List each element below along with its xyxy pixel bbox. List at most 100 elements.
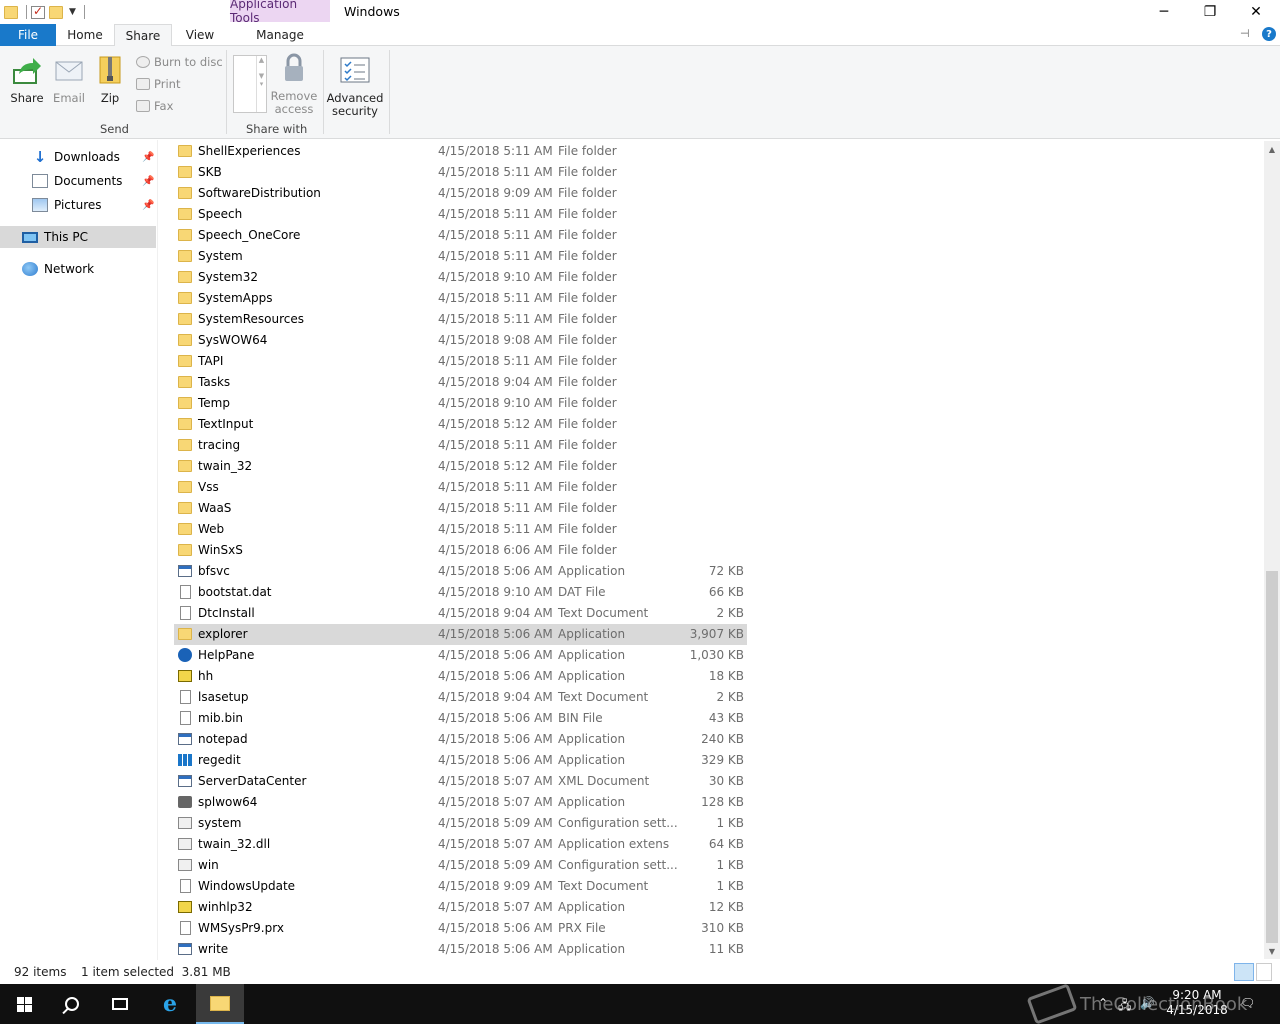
file-row[interactable]: twain_32.dll 4/15/2018 5:07 AM Application… <box>174 834 747 855</box>
file-type: File folder <box>558 291 617 305</box>
internet-explorer-button[interactable]: e <box>146 984 194 1024</box>
properties-icon[interactable] <box>31 4 45 19</box>
file-row[interactable]: Vss 4/15/2018 5:11 AM File folder <box>174 477 747 498</box>
pin-icon[interactable]: 📌 <box>142 152 154 163</box>
advanced-security-button[interactable]: Advanced security <box>327 54 383 118</box>
file-row[interactable]: SKB 4/15/2018 5:11 AM File folder <box>174 162 747 183</box>
nav-item-this-pc[interactable]: This PC <box>0 226 156 248</box>
file-size: 1 KB <box>716 858 744 872</box>
file-date-modified: 4/15/2018 5:11 AM <box>438 291 553 305</box>
file-row[interactable]: hh 4/15/2018 5:06 AM Application 18 KB <box>174 666 747 687</box>
tab-home[interactable]: Home <box>56 24 114 46</box>
file-row[interactable]: WMSysPr9.prx 4/15/2018 5:06 AM PRX File 310… <box>174 918 747 939</box>
zip-button[interactable]: Zip <box>94 54 126 105</box>
file-row[interactable]: WindowsUpdate 4/15/2018 9:09 AM Text Docum… <box>174 876 747 897</box>
system-clock[interactable]: 9:20 AM 4/15/2018 <box>1160 988 1234 1018</box>
file-row[interactable]: WinSxS 4/15/2018 6:06 AM File folder <box>174 540 747 561</box>
gear-icon <box>178 859 192 871</box>
file-row[interactable]: TextInput 4/15/2018 5:12 AM File folder <box>174 414 747 435</box>
file-row[interactable]: Speech_OneCore 4/15/2018 5:11 AM File fold… <box>174 225 747 246</box>
new-folder-icon[interactable] <box>49 5 63 19</box>
file-row[interactable]: SystemApps 4/15/2018 5:11 AM File folder <box>174 288 747 309</box>
file-date-modified: 4/15/2018 9:04 AM <box>438 690 553 704</box>
share-button[interactable]: Share <box>10 54 44 105</box>
tab-view[interactable]: View <box>172 24 228 46</box>
task-view-button[interactable] <box>96 984 144 1024</box>
large-icons-view-button[interactable] <box>1256 963 1272 981</box>
tab-manage[interactable]: Manage <box>230 24 330 46</box>
folder-icon <box>178 292 192 304</box>
nav-item-documents[interactable]: Documents 📌 <box>0 170 156 192</box>
file-row[interactable]: WaaS 4/15/2018 5:11 AM File folder <box>174 498 747 519</box>
folder-icon <box>178 187 192 199</box>
nav-item-pictures[interactable]: Pictures 📌 <box>0 194 156 216</box>
file-row[interactable]: twain_32 4/15/2018 5:12 AM File folder <box>174 456 747 477</box>
pin-ribbon-icon[interactable]: ⊣ <box>1240 27 1250 40</box>
file-row[interactable]: lsasetup 4/15/2018 9:04 AM Text Document 2 … <box>174 687 747 708</box>
search-button[interactable] <box>48 984 96 1024</box>
group-separator <box>323 50 324 134</box>
fax-button[interactable]: Fax <box>136 99 173 113</box>
file-row[interactable]: notepad 4/15/2018 5:06 AM Application 240 K… <box>174 729 747 750</box>
file-type: File folder <box>558 207 617 221</box>
file-row[interactable]: Tasks 4/15/2018 9:04 AM File folder <box>174 372 747 393</box>
volume-icon[interactable]: 🔊 <box>1140 996 1155 1010</box>
tab-file[interactable]: File <box>0 24 56 46</box>
pin-icon[interactable]: 📌 <box>142 176 154 187</box>
file-row[interactable]: Speech 4/15/2018 5:11 AM File folder <box>174 204 747 225</box>
close-button[interactable]: ✕ <box>1233 0 1279 24</box>
print-button[interactable]: Print <box>136 77 180 91</box>
nav-item-downloads[interactable]: ↓ Downloads 📌 <box>0 146 156 168</box>
show-hidden-icons-icon[interactable]: ⌃ <box>1098 996 1108 1010</box>
file-row[interactable]: win 4/15/2018 5:09 AM Configuration sett..… <box>174 855 747 876</box>
action-center-icon[interactable]: 🗨 <box>1240 996 1255 1010</box>
file-row[interactable]: SoftwareDistribution 4/15/2018 9:09 AM Fil… <box>174 183 747 204</box>
scroll-down-arrow[interactable]: ▼ <box>1264 943 1280 959</box>
file-row[interactable]: ShellExperiences 4/15/2018 5:11 AM File fo… <box>174 141 747 162</box>
file-row[interactable]: winhlp32 4/15/2018 5:07 AM Application 12 K… <box>174 897 747 918</box>
file-name: regedit <box>198 753 241 767</box>
file-row[interactable]: ServerDataCenter 4/15/2018 5:07 AM XML Doc… <box>174 771 747 792</box>
file-row[interactable]: bfsvc 4/15/2018 5:06 AM Application 72 KB <box>174 561 747 582</box>
nav-item-label: Network <box>44 262 95 276</box>
file-row[interactable]: System32 4/15/2018 9:10 AM File folder <box>174 267 747 288</box>
scroll-thumb[interactable] <box>1266 571 1278 943</box>
file-type: File folder <box>558 438 617 452</box>
file-size: 64 KB <box>708 837 744 851</box>
tab-share[interactable]: Share <box>114 24 172 47</box>
file-row[interactable]: SysWOW64 4/15/2018 9:08 AM File folder <box>174 330 747 351</box>
file-row[interactable]: explorer 4/15/2018 5:06 AM Application 3,90… <box>174 624 747 645</box>
scroll-up-arrow[interactable]: ▲ <box>1264 141 1280 157</box>
file-row[interactable]: splwow64 4/15/2018 5:07 AM Application 128 … <box>174 792 747 813</box>
file-row[interactable]: TAPI 4/15/2018 5:11 AM File folder <box>174 351 747 372</box>
email-button[interactable]: Email <box>52 54 86 105</box>
file-row[interactable]: Web 4/15/2018 5:11 AM File folder <box>174 519 747 540</box>
file-row[interactable]: tracing 4/15/2018 5:11 AM File folder <box>174 435 747 456</box>
burn-to-disc-button[interactable]: Burn to disc <box>136 55 223 69</box>
file-list-scrollbar[interactable]: ▲ ▼ <box>1264 141 1280 959</box>
file-date-modified: 4/15/2018 9:04 AM <box>438 606 553 620</box>
details-view-button[interactable] <box>1234 963 1254 981</box>
network-tray-icon[interactable]: 🖧 <box>1118 996 1131 1017</box>
file-row[interactable]: write 4/15/2018 5:06 AM Application 11 KB <box>174 939 747 959</box>
file-explorer-button[interactable] <box>196 984 244 1024</box>
restore-button[interactable]: ❐ <box>1187 0 1233 24</box>
remove-access-button[interactable]: Remove access <box>271 52 317 116</box>
start-button[interactable] <box>0 984 48 1024</box>
file-row[interactable]: SystemResources 4/15/2018 5:11 AM File fol… <box>174 309 747 330</box>
customize-toolbar-icon[interactable]: ▼ <box>69 7 76 17</box>
file-row[interactable]: DtcInstall 4/15/2018 9:04 AM Text Document… <box>174 603 747 624</box>
pin-icon[interactable]: 📌 <box>142 200 154 211</box>
nav-item-network[interactable]: Network <box>0 258 156 280</box>
file-row[interactable]: bootstat.dat 4/15/2018 9:10 AM DAT File 66 … <box>174 582 747 603</box>
file-row[interactable]: HelpPane 4/15/2018 5:06 AM Application 1,03… <box>174 645 747 666</box>
file-row[interactable]: mib.bin 4/15/2018 5:06 AM BIN File 43 KB <box>174 708 747 729</box>
file-row[interactable]: regedit 4/15/2018 5:06 AM Application 329 K… <box>174 750 747 771</box>
minimize-button[interactable]: ─ <box>1141 0 1187 24</box>
file-row[interactable]: System 4/15/2018 5:11 AM File folder <box>174 246 747 267</box>
gallery-scrollbar[interactable]: ▲ ▼ ▾ <box>256 56 266 112</box>
file-row[interactable]: Temp 4/15/2018 9:10 AM File folder <box>174 393 747 414</box>
share-with-gallery[interactable]: ▲ ▼ ▾ <box>233 55 267 113</box>
file-row[interactable]: system 4/15/2018 5:09 AM Configuration set… <box>174 813 747 834</box>
help-icon[interactable]: ? <box>1262 27 1276 41</box>
